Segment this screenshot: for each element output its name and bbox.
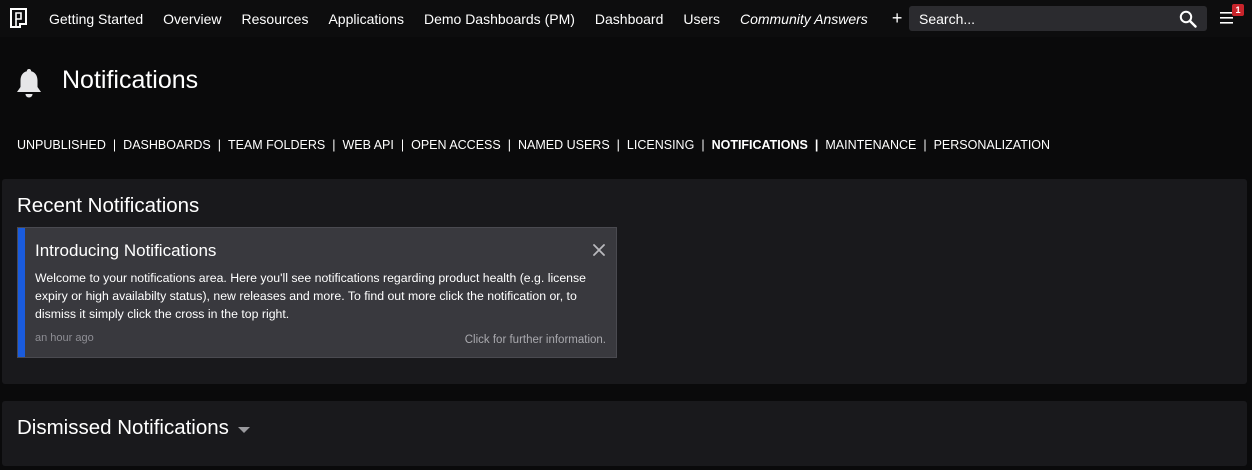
subnav-licensing[interactable]: LICENSING [627,138,694,152]
product-logo-icon[interactable] [8,7,30,29]
caret-down-icon[interactable] [237,427,250,433]
subnav-personalization[interactable]: PERSONALIZATION [934,138,1050,152]
subnav-maintenance[interactable]: MAINTENANCE [825,138,916,152]
close-icon[interactable] [592,243,606,257]
notification-title: Introducing Notifications [35,241,217,260]
search-box [909,6,1207,31]
subnav-separator: | [112,138,117,152]
page-title: Notifications [62,66,199,94]
notification-timestamp: an hour ago [35,332,94,344]
notification-card[interactable]: Introducing Notifications Welcome to you… [17,227,617,358]
search-input[interactable] [909,10,1169,27]
page-header: Notifications [0,37,1252,122]
subnav-open-access[interactable]: OPEN ACCESS [411,138,501,152]
subnav-separator: | [616,138,620,152]
nav-getting-started[interactable]: Getting Started [49,11,143,27]
subnav-dashboards[interactable]: DASHBOARDS [123,138,211,152]
recent-notifications-title: Recent Notifications [17,194,200,217]
main-nav: Getting Started Overview Resources Appli… [49,0,902,37]
notification-body: Welcome to your notifications area. Here… [35,271,586,321]
notification-count-badge: 1 [1232,4,1244,16]
nav-community-answers[interactable]: Community Answers [740,11,868,27]
notification-more-link[interactable]: Click for further information. [465,334,606,346]
add-nav-button[interactable]: + [892,8,903,29]
dismissed-notifications-panel: Dismissed Notifications [2,401,1247,466]
dismissed-notifications-title: Dismissed Notifications [17,416,229,439]
nav-applications[interactable]: Applications [328,11,404,27]
subnav-named-users[interactable]: NAMED USERS [518,138,610,152]
subnav-team-folders[interactable]: TEAM FOLDERS [228,138,325,152]
subnav-separator: | [701,138,705,152]
nav-resources[interactable]: Resources [242,11,309,27]
recent-notifications-panel: Recent Notifications Introducing Notific… [2,179,1247,384]
subnav-separator: | [217,138,221,152]
subnav-unpublished[interactable]: UNPUBLISHED [17,138,106,152]
nav-dashboard[interactable]: Dashboard [595,11,664,27]
subnav-web-api[interactable]: WEB API [342,138,393,152]
nav-overview[interactable]: Overview [163,11,221,27]
subnav-separator: | [507,138,511,152]
subnav-notifications[interactable]: NOTIFICATIONS [712,138,808,152]
subnav-separator: | [332,138,336,152]
top-navigation-bar: Getting Started Overview Resources Appli… [0,0,1252,37]
nav-demo-dashboards[interactable]: Demo Dashboards (PM) [424,11,575,27]
notification-accent-bar [18,228,25,357]
nav-users[interactable]: Users [683,11,720,27]
dismissed-notifications-toggle[interactable]: Dismissed Notifications [17,416,250,440]
admin-subnav: UNPUBLISHED | DASHBOARDS | TEAM FOLDERS … [17,136,1050,154]
search-icon[interactable] [1179,10,1197,28]
bell-icon [17,69,41,98]
subnav-separator: | [400,138,405,152]
subnav-separator: | [814,138,819,152]
subnav-separator: | [923,138,927,152]
